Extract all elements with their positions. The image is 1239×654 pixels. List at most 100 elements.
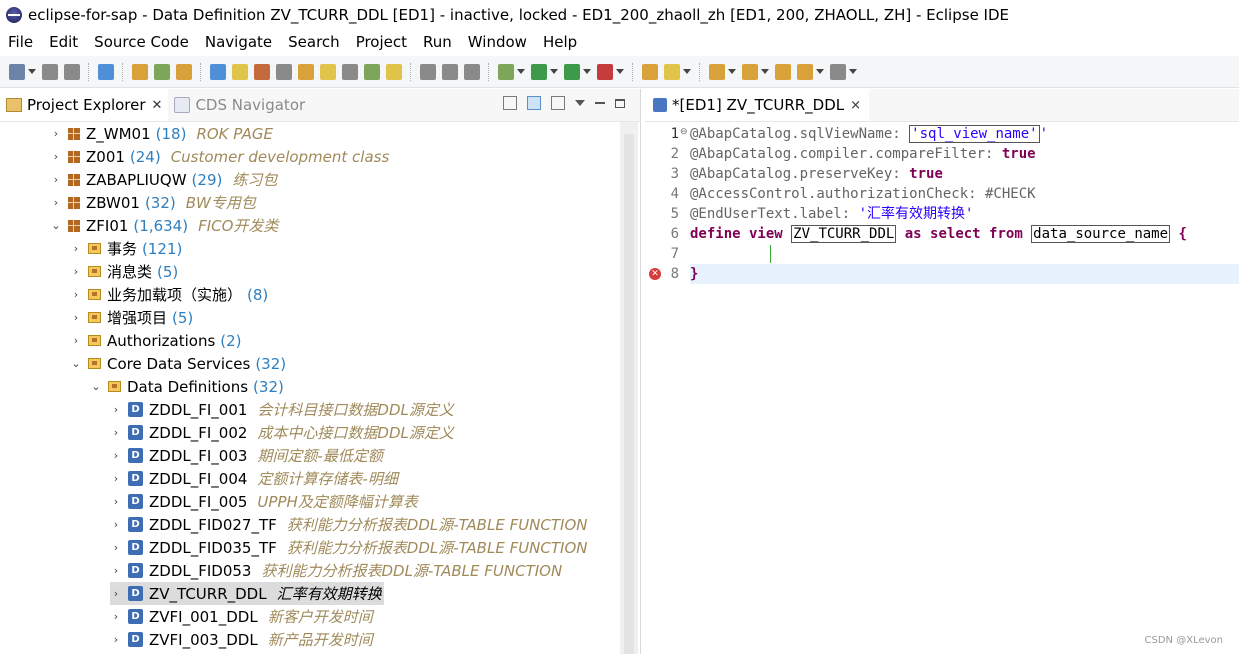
chevron-right-icon[interactable]: › bbox=[110, 518, 122, 531]
tree-item[interactable]: › Authorizations (2) bbox=[70, 329, 242, 352]
error-marker-icon[interactable]: ✕ bbox=[649, 268, 661, 280]
tree-item[interactable]: › 业务加载项（实施） (8) bbox=[70, 283, 268, 306]
link-icon[interactable] bbox=[98, 63, 114, 80]
tree-item[interactable]: › D ZDDL_FID035_TF 获利能力分析报表DDL源-TABLE FUNCT… bbox=[110, 536, 588, 559]
code-editor[interactable]: @AbapCatalog.sqlViewName: 'sql_view_name… bbox=[690, 122, 1239, 654]
chevron-right-icon[interactable]: › bbox=[70, 265, 82, 278]
tree-item[interactable]: › D ZVFI_003_DDL 新产品开发时间 bbox=[110, 628, 373, 651]
wand-dropdown-icon[interactable] bbox=[683, 69, 691, 74]
menu-file[interactable]: File bbox=[0, 33, 41, 51]
external-tools-dropdown-icon[interactable] bbox=[616, 69, 624, 74]
activate-icon[interactable] bbox=[154, 63, 170, 80]
tree-item[interactable]: › D ZV_TCURR_DDL 汇率有效期转换 bbox=[110, 582, 384, 605]
collapse-all-icon[interactable] bbox=[503, 96, 517, 110]
tree-item[interactable]: › D ZVFI_001_DDL 新客户开发时间 bbox=[110, 605, 373, 628]
run-icon[interactable] bbox=[531, 63, 547, 80]
wand-icon[interactable] bbox=[664, 63, 680, 80]
back-icon[interactable] bbox=[797, 63, 813, 80]
chevron-right-icon[interactable]: › bbox=[110, 633, 122, 646]
open-abap-icon[interactable] bbox=[132, 63, 148, 80]
menu-help[interactable]: Help bbox=[535, 33, 585, 51]
chevron-down-icon[interactable]: ⌄ bbox=[90, 380, 102, 393]
code-line[interactable]: } bbox=[690, 264, 1239, 284]
debug-dropdown-icon[interactable] bbox=[517, 69, 525, 74]
new-dropdown-icon[interactable] bbox=[28, 69, 36, 74]
coverage-icon[interactable] bbox=[564, 63, 580, 80]
package-icon[interactable] bbox=[298, 63, 314, 80]
code-line[interactable]: @AbapCatalog.preserveKey: true bbox=[690, 164, 1239, 184]
tree-item[interactable]: › Z_WM01 (18) ROK PAGE bbox=[50, 122, 273, 145]
code-line[interactable]: @EndUserText.label: '汇率有效期转换' bbox=[690, 204, 1239, 224]
chevron-right-icon[interactable]: › bbox=[110, 610, 122, 623]
open-folder-icon[interactable] bbox=[642, 63, 658, 80]
menu-source-code[interactable]: Source Code bbox=[86, 33, 197, 51]
pilcrow-icon[interactable] bbox=[464, 63, 480, 80]
chevron-right-icon[interactable]: › bbox=[70, 288, 82, 301]
last-edit-icon[interactable] bbox=[775, 63, 791, 80]
vertical-scrollbar[interactable] bbox=[620, 122, 638, 654]
maximize-icon[interactable] bbox=[615, 98, 625, 108]
tree-item[interactable]: ⌄ Data Definitions (32) bbox=[90, 375, 283, 398]
refresh-icon[interactable] bbox=[276, 63, 292, 80]
code-line[interactable] bbox=[690, 244, 1239, 264]
tree-item[interactable]: › D ZDDL_FI_003 期间定额-最低定额 bbox=[110, 444, 383, 467]
tree-item[interactable]: › D ZDDL_FID053 获利能力分析报表DDL源-TABLE FUNCTION bbox=[110, 559, 562, 582]
chevron-down-icon[interactable]: ⌄ bbox=[70, 357, 82, 370]
chevron-right-icon[interactable]: › bbox=[70, 311, 82, 324]
transport-icon[interactable] bbox=[254, 63, 270, 80]
tree-item[interactable]: › D ZDDL_FID027_TF 获利能力分析报表DDL源-TABLE FUNCT… bbox=[110, 513, 588, 536]
chevron-right-icon[interactable]: › bbox=[50, 196, 62, 209]
debug-icon[interactable] bbox=[498, 63, 514, 80]
tree-item[interactable]: › ZBW01 (32) BW专用包 bbox=[50, 191, 256, 214]
chevron-down-icon[interactable]: ⌄ bbox=[50, 219, 62, 232]
chevron-right-icon[interactable]: › bbox=[110, 587, 122, 600]
menu-edit[interactable]: Edit bbox=[41, 33, 86, 51]
code-line[interactable]: @AccessControl.authorizationCheck: #CHEC… bbox=[690, 184, 1239, 204]
chevron-right-icon[interactable]: › bbox=[50, 127, 62, 140]
outline-icon[interactable] bbox=[420, 63, 436, 80]
menu-search[interactable]: Search bbox=[280, 33, 348, 51]
forward-icon[interactable] bbox=[830, 63, 846, 80]
spark-icon[interactable] bbox=[232, 63, 248, 80]
tree-item[interactable]: › Z001 (24) Customer development class bbox=[50, 145, 390, 168]
filter-icon[interactable] bbox=[551, 96, 565, 110]
menu-run[interactable]: Run bbox=[415, 33, 460, 51]
coverage-dropdown-icon[interactable] bbox=[583, 69, 591, 74]
code-line[interactable]: @AbapCatalog.sqlViewName: 'sql_view_name… bbox=[690, 124, 1239, 144]
activate-all-icon[interactable] bbox=[176, 63, 192, 80]
tree-item[interactable]: › 增强项目 (5) bbox=[70, 306, 193, 329]
split-icon[interactable] bbox=[442, 63, 458, 80]
chevron-right-icon[interactable]: › bbox=[110, 403, 122, 416]
chevron-right-icon[interactable]: › bbox=[110, 426, 122, 439]
new-icon[interactable] bbox=[9, 63, 25, 80]
editor-tab-zv-tcurr-ddl[interactable]: *[ED1] ZV_TCURR_DDL × bbox=[645, 89, 870, 121]
chevron-right-icon[interactable]: › bbox=[110, 495, 122, 508]
menu-project[interactable]: Project bbox=[348, 33, 415, 51]
close-icon[interactable]: ✕ bbox=[152, 98, 163, 113]
tree-item[interactable]: ⌄ ZFI01 (1,634) FICO开发类 bbox=[50, 214, 278, 237]
view-menu-icon[interactable] bbox=[575, 100, 585, 106]
external-tools-icon[interactable] bbox=[597, 63, 613, 80]
tree-item[interactable]: › ZABAPLIUQW (29) 练习包 bbox=[50, 168, 278, 191]
compare-icon[interactable] bbox=[342, 63, 358, 80]
toggle-icon[interactable] bbox=[364, 63, 380, 80]
highlight-icon[interactable] bbox=[386, 63, 402, 80]
menu-window[interactable]: Window bbox=[460, 33, 535, 51]
lock-icon[interactable] bbox=[320, 63, 336, 80]
minimize-icon[interactable] bbox=[595, 102, 605, 104]
chevron-right-icon[interactable]: › bbox=[50, 173, 62, 186]
tree-item[interactable]: › D ZDDL_FI_005 UPPH及定额降幅计算表 bbox=[110, 490, 418, 513]
next-annotation-dropdown-icon[interactable] bbox=[728, 69, 736, 74]
chevron-right-icon[interactable]: › bbox=[110, 541, 122, 554]
code-line[interactable]: define view ZV_TCURR_DDL as select from … bbox=[690, 224, 1239, 244]
close-icon[interactable]: × bbox=[850, 98, 861, 113]
tree-item[interactable]: › D ZDDL_FI_002 成本中心接口数据DDL源定义 bbox=[110, 421, 454, 444]
tree-item[interactable]: ⌄ Core Data Services (32) bbox=[70, 352, 286, 375]
tree-item[interactable]: › 消息类 (5) bbox=[70, 260, 178, 283]
tree-item[interactable]: › D ZDDL_FI_001 会计科目接口数据DDL源定义 bbox=[110, 398, 454, 421]
check-icon[interactable] bbox=[210, 63, 226, 80]
forward-dropdown-icon[interactable] bbox=[849, 69, 857, 74]
run-dropdown-icon[interactable] bbox=[550, 69, 558, 74]
code-line[interactable]: @AbapCatalog.compiler.compareFilter: tru… bbox=[690, 144, 1239, 164]
chevron-right-icon[interactable]: › bbox=[70, 242, 82, 255]
